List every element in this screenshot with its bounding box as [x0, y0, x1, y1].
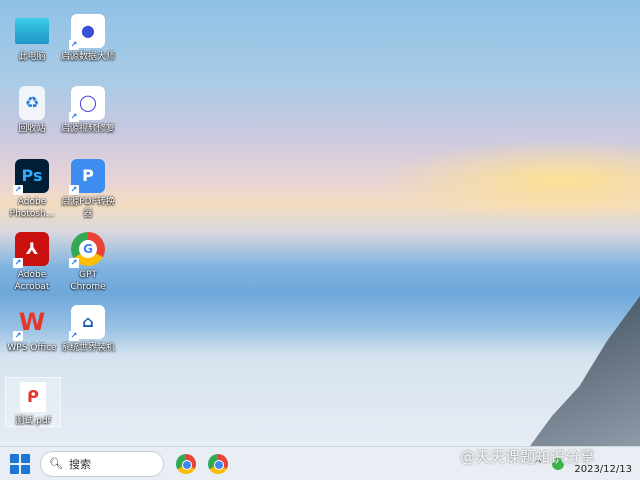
- search-icon: 🔍︎: [49, 457, 63, 470]
- chrome-icon: G ↗: [69, 232, 105, 268]
- icon-label: 启源PDF转换器: [61, 197, 115, 219]
- desktop-icon-this-pc[interactable]: 此电脑: [4, 14, 60, 63]
- desktop-icon-gpt-chrome[interactable]: G ↗ GPT Chrome: [60, 232, 116, 293]
- icon-label: 启源视频修复: [60, 124, 115, 134]
- search-box[interactable]: 🔍︎ 搜索: [40, 450, 164, 477]
- icon-label: Adobe Acrobat: [14, 270, 50, 292]
- icon-label: 启源数据大师: [60, 52, 115, 62]
- icon-label: WPS Office: [7, 343, 57, 353]
- taskbar-chrome-icon-2[interactable]: [208, 453, 228, 474]
- system-install-icon: ⌂ ↗: [69, 305, 105, 341]
- desktop-wallpaper: 此电脑 ● ↗ 启源数据大师 ♻ 回收站 ◯ ↗ 启源视频修复 Ps ↗ Adobe …: [0, 0, 640, 446]
- desktop-icon-system-install[interactable]: ⌂ ↗ 系统世界装机: [60, 305, 116, 354]
- desktop-icon-recycle-bin[interactable]: ♻ 回收站: [4, 86, 60, 135]
- desktop-icon-test-pdf[interactable]: ᑭ 测试.pdf: [5, 377, 61, 427]
- search-placeholder: 搜索: [68, 457, 91, 471]
- watermark: @天天课题知识分享: [460, 448, 596, 466]
- acrobat-icon: ⅄ ↗: [13, 232, 49, 268]
- photoshop-icon: Ps ↗: [13, 159, 49, 195]
- desktop-icon-photoshop[interactable]: Ps ↗ Adobe Photosh...: [4, 159, 60, 220]
- monitor-icon: [15, 18, 49, 44]
- recycle-bin-icon: ♻: [19, 86, 45, 120]
- pdf-file-icon: ᑭ: [20, 382, 46, 412]
- wps-icon: W ↗: [13, 308, 46, 341]
- desktop-icon-video-repair[interactable]: ◯ ↗ 启源视频修复: [60, 86, 116, 135]
- desktop-icon-wps[interactable]: W ↗ WPS Office: [4, 305, 60, 354]
- taskbar-chrome-icon[interactable]: [176, 453, 196, 474]
- icon-label: GPT Chrome: [70, 270, 106, 292]
- desktop-icon-data-master[interactable]: ● ↗ 启源数据大师: [60, 14, 116, 63]
- desktop-icon-pdf-converter[interactable]: P ↗ 启源PDF转换器: [60, 159, 116, 220]
- icon-label: 此电脑: [18, 52, 46, 62]
- pdf-converter-icon: P ↗: [69, 159, 105, 195]
- icon-label: 回收站: [18, 124, 46, 134]
- icon-label: Adobe Photosh...: [9, 197, 55, 219]
- icon-label: 测试.pdf: [15, 416, 51, 426]
- icon-label: 系统世界装机: [60, 343, 115, 353]
- sunset-glow: [380, 140, 640, 220]
- data-recovery-icon: ● ↗: [69, 14, 105, 50]
- video-repair-icon: ◯ ↗: [69, 86, 105, 122]
- desktop-icon-acrobat[interactable]: ⅄ ↗ Adobe Acrobat: [4, 232, 60, 293]
- start-button[interactable]: [10, 453, 30, 474]
- mountain: [530, 296, 640, 446]
